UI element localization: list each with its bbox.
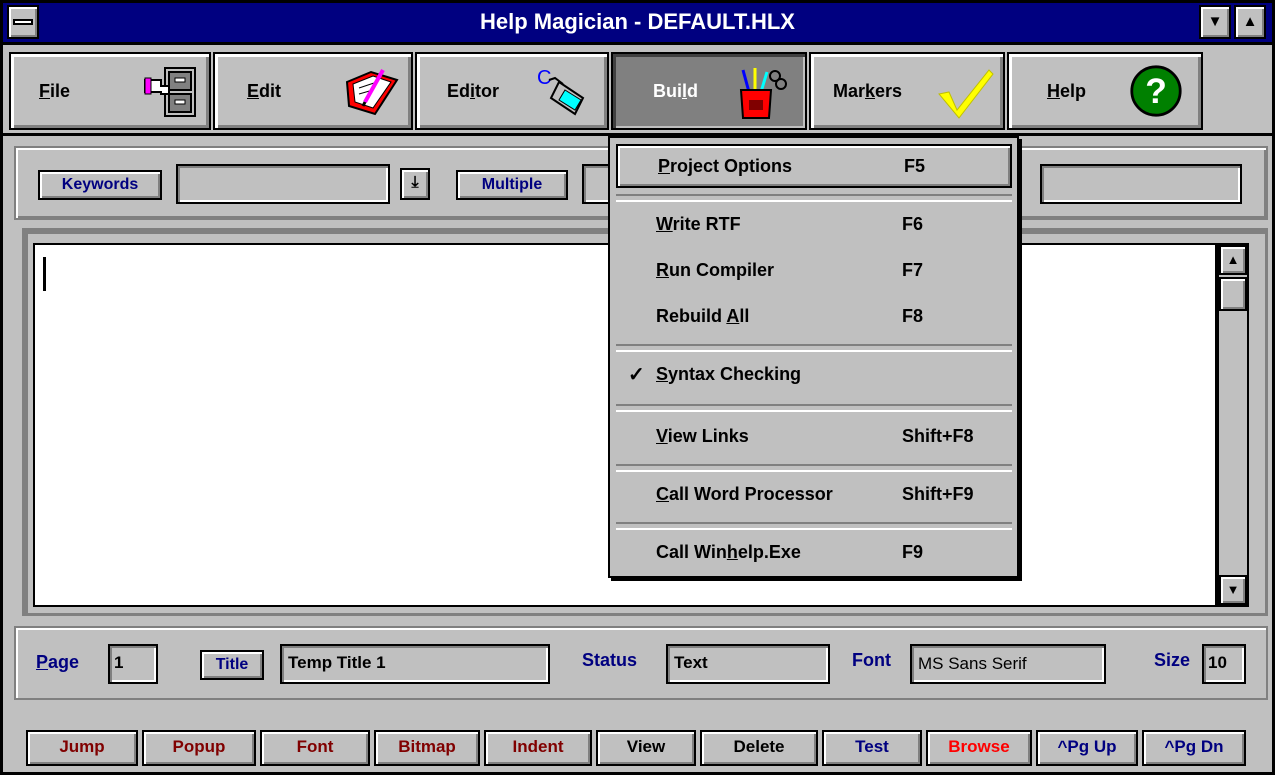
notebook-pencil-icon xyxy=(345,69,399,116)
menu-item-rebuild-all[interactable]: Rebuild All F8 xyxy=(616,296,1012,340)
menu-item-label: View Links xyxy=(656,426,749,446)
minimize-button[interactable]: ▼ xyxy=(1199,5,1231,39)
tools-cup-icon xyxy=(739,68,787,119)
markers-label: Markers xyxy=(833,81,903,101)
help-label: Help xyxy=(1047,81,1087,101)
keywords-combo[interactable] xyxy=(176,164,390,204)
menu-item-shortcut: F8 xyxy=(902,306,924,326)
menu-separator xyxy=(616,194,1012,202)
window-title: Help Magician - DEFAULT.HLX xyxy=(480,9,795,34)
indent-button[interactable]: Indent xyxy=(484,730,592,766)
question-icon: ? xyxy=(1130,65,1182,117)
menu-item-label: Syntax Checking xyxy=(656,364,802,384)
toolbar-editor-button[interactable]: Editor C xyxy=(415,52,609,130)
menu-item-label: Run Compiler xyxy=(656,260,775,280)
check-icon: ✓ xyxy=(628,364,645,386)
toolbar-markers-button[interactable]: Markers xyxy=(809,52,1005,130)
font-label: Font xyxy=(852,650,891,670)
bitmap-button[interactable]: Bitmap xyxy=(374,730,480,766)
menu-item-shortcut: F5 xyxy=(904,156,926,176)
jump-button[interactable]: Jump xyxy=(26,730,138,766)
delete-button[interactable]: Delete xyxy=(700,730,818,766)
maximize-icon: ▲ xyxy=(1242,13,1258,30)
status-bar: Page 1 Title Temp Title 1 Status Text Fo… xyxy=(14,626,1268,700)
menu-item-call-word-processor[interactable]: Call Word Processor Shift+F9 xyxy=(616,474,1012,518)
menu-item-project-options[interactable]: Project Options F5 xyxy=(616,144,1012,188)
size-field[interactable]: 10 xyxy=(1202,644,1246,684)
menu-item-shortcut: Shift+F8 xyxy=(902,426,974,446)
toolbar-edit-button[interactable]: Edit xyxy=(213,52,413,130)
keywords-dropdown-button[interactable]: ⤓ xyxy=(400,168,430,200)
menu-item-view-links[interactable]: View Links Shift+F8 xyxy=(616,416,1012,460)
text-caret xyxy=(43,257,46,291)
svg-text:?: ? xyxy=(1145,72,1167,111)
menu-item-label: Call Word Processor xyxy=(656,484,833,504)
menu-separator xyxy=(616,522,1012,530)
size-label: Size xyxy=(1154,650,1191,670)
menu-item-label: Rebuild All xyxy=(656,306,750,326)
popup-button[interactable]: Popup xyxy=(142,730,256,766)
menu-item-run-compiler[interactable]: Run Compiler F7 xyxy=(616,250,1012,294)
page-label: Page xyxy=(36,652,80,672)
keywords-button[interactable]: Keywords xyxy=(38,170,162,200)
build-menu: Project Options F5 Write RTF F6 Run Comp… xyxy=(608,136,1019,578)
scroll-thumb[interactable] xyxy=(1219,277,1247,311)
page-up-button[interactable]: ^Pg Up xyxy=(1036,730,1138,766)
multiple-button[interactable]: Multiple xyxy=(456,170,568,200)
browse-button[interactable]: Browse xyxy=(926,730,1032,766)
dropdown-arrow-icon: ⤓ xyxy=(411,174,419,191)
editor-vertical-scrollbar[interactable]: ▲ ▼ xyxy=(1217,243,1249,607)
toolbar-help-button[interactable]: Help ? xyxy=(1007,52,1203,130)
title-button[interactable]: Title xyxy=(200,650,264,680)
view-button[interactable]: View xyxy=(596,730,696,766)
menu-item-shortcut: F7 xyxy=(902,260,924,280)
test-button[interactable]: Test xyxy=(822,730,922,766)
menu-item-syntax-checking[interactable]: ✓ Syntax Checking xyxy=(616,354,1012,398)
menu-separator xyxy=(616,404,1012,412)
file-cabinet-icon xyxy=(144,67,196,117)
arrow-down-icon: ▼ xyxy=(1226,582,1240,597)
menu-item-label: Write RTF xyxy=(656,214,741,234)
maximize-button[interactable]: ▲ xyxy=(1234,5,1266,39)
glue-bottle-icon: C xyxy=(537,67,585,116)
edit-label: Edit xyxy=(247,81,282,101)
menu-item-write-rtf[interactable]: Write RTF F6 xyxy=(616,204,1012,248)
menu-separator xyxy=(616,344,1012,352)
menu-item-label: Project Options xyxy=(658,156,793,176)
menu-item-call-winhelp[interactable]: Call Winhelp.Exe F9 xyxy=(616,532,1012,576)
font-button[interactable]: Font xyxy=(260,730,370,766)
title-bar: Help Magician - DEFAULT.HLX ▼ ▲ xyxy=(3,3,1272,45)
scroll-up-button[interactable]: ▲ xyxy=(1219,245,1247,275)
minimize-icon: ▼ xyxy=(1207,13,1223,30)
svg-text:C: C xyxy=(537,67,551,89)
menu-item-shortcut: Shift+F9 xyxy=(902,484,974,504)
status-field: Text xyxy=(666,644,830,684)
toolbar-file-button[interactable]: File xyxy=(9,52,211,130)
bottom-button-bar: Jump Popup Font Bitmap Indent View Delet… xyxy=(14,724,1268,770)
extra-field[interactable] xyxy=(1040,164,1242,204)
page-field[interactable]: 1 xyxy=(108,644,158,684)
arrow-up-icon: ▲ xyxy=(1226,252,1240,267)
checkmark-icon xyxy=(938,69,994,119)
scroll-down-button[interactable]: ▼ xyxy=(1219,575,1247,605)
menu-separator xyxy=(616,464,1012,472)
font-field[interactable]: MS Sans Serif xyxy=(910,644,1106,684)
editor-label: Editor xyxy=(447,81,500,101)
status-label: Status xyxy=(582,650,638,670)
page-down-button[interactable]: ^Pg Dn xyxy=(1142,730,1246,766)
menu-item-label: Call Winhelp.Exe xyxy=(656,542,801,562)
toolbar-build-button[interactable]: Build xyxy=(611,52,807,130)
build-label: Build xyxy=(653,81,699,101)
title-field[interactable]: Temp Title 1 xyxy=(280,644,550,684)
main-toolbar: File Edit Editor C Build Markers Help ? xyxy=(3,48,1272,136)
file-label: File xyxy=(39,81,71,101)
menu-item-shortcut: F9 xyxy=(902,542,924,562)
menu-item-shortcut: F6 xyxy=(902,214,924,234)
